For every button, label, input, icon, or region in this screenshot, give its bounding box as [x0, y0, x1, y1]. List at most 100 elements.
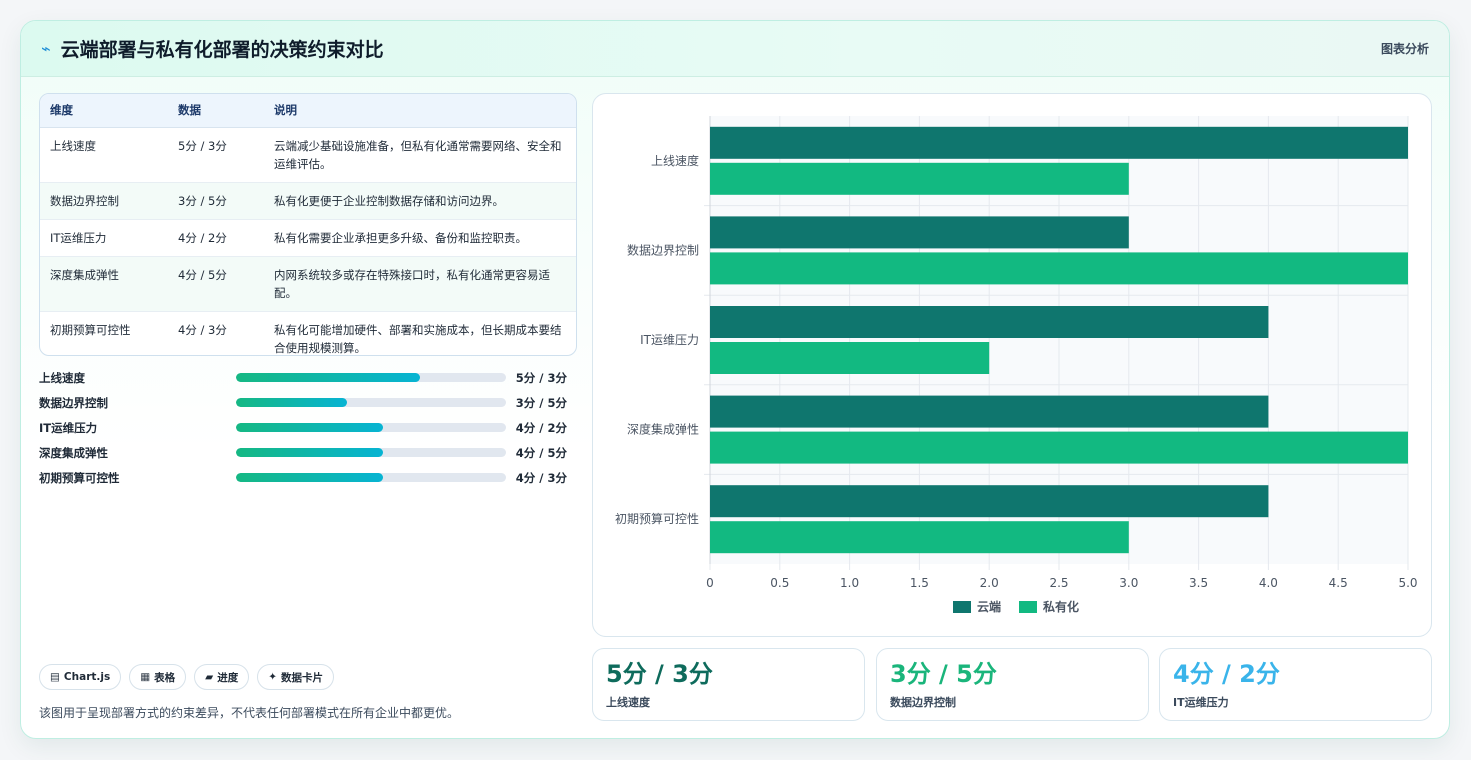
bar: [710, 126, 1408, 159]
progress-row: IT运维压力 4分 / 2分: [39, 415, 567, 440]
stat-card: 3分 / 5分 数据边界控制: [876, 648, 1149, 721]
bar-chart-panel: 0 0.5 1.0 1.5 2.0 2.5 3.0 3.5 4.0 4.5 5.0 上线速度 数据边界控…: [592, 93, 1432, 637]
pulse-icon: ⌁: [41, 39, 51, 58]
stat-label: 数据边界控制: [890, 696, 956, 709]
y-tick-label: 深度集成弹性: [627, 422, 699, 437]
progress-label: 数据边界控制: [39, 395, 108, 410]
progress-value: 4分 / 3分: [515, 470, 567, 485]
progress-fill: [236, 448, 384, 457]
description-cell: 私有化需要企业承担更多升级、备份和监控职责。: [264, 219, 576, 257]
chart-card: ⌁ 云端部署与私有化部署的决策约束对比 图表分析 维度 数据 说明 上线速度 5…: [20, 20, 1450, 739]
chip-progress[interactable]: ▰ 进度: [194, 664, 250, 690]
progress-label: IT运维压力: [39, 420, 98, 435]
progress-track: [236, 373, 506, 382]
footnote: 该图用于呈现部署方式的约束差异，不代表任何部署模式在所有企业中都更优。: [39, 706, 460, 720]
table-icon: ▦: [140, 671, 151, 683]
table-row: 上线速度 5分 / 3分 云端减少基础设施准备，但私有化通常需要网络、安全和运维…: [40, 127, 576, 183]
sparkle-icon: ✦: [268, 671, 278, 683]
data-cell: 4分 / 5分: [168, 256, 264, 312]
stat-label: 上线速度: [606, 696, 650, 709]
column-header: 说明: [264, 94, 576, 128]
stat-card: 4分 / 2分 IT运维压力: [1159, 648, 1432, 721]
x-tick-label: 5.0: [1398, 576, 1417, 590]
bar: [710, 521, 1129, 554]
progress-track: [236, 473, 506, 482]
data-cell: 4分 / 2分: [168, 219, 264, 257]
y-tick-label: IT运维压力: [640, 333, 699, 347]
stat-card: 5分 / 3分 上线速度: [592, 648, 865, 721]
x-tick-label: 3.5: [1189, 576, 1208, 590]
x-tick-label: 4.0: [1259, 576, 1278, 590]
progress-fill: [236, 473, 384, 482]
progress-label: 上线速度: [39, 370, 85, 385]
chart-icon: ▤: [50, 671, 60, 683]
description-cell: 私有化更便于企业控制数据存储和访问边界。: [264, 182, 576, 220]
chip-label: Chart.js: [63, 671, 111, 683]
bar: [710, 342, 990, 374]
table-row: IT运维压力 4分 / 2分 私有化需要企业承担更多升级、备份和监控职责。: [40, 219, 576, 257]
stat-value: 5分 / 3分: [606, 660, 713, 688]
progress-track: [236, 448, 506, 457]
progress-fill: [236, 373, 420, 382]
progress-value: 3分 / 5分: [515, 395, 567, 410]
description-cell: 内网系统较多或存在特殊接口时，私有化通常更容易适配。: [264, 256, 576, 312]
progress-icon: ▰: [205, 671, 214, 683]
bar: [710, 485, 1269, 518]
progress-track: [236, 398, 506, 407]
card-header: ⌁ 云端部署与私有化部署的决策约束对比 图表分析: [21, 21, 1449, 77]
chip-chartjs[interactable]: ▤ Chart.js: [39, 664, 122, 690]
x-tick-label: 0: [706, 576, 714, 590]
chip-data-card[interactable]: ✦ 数据卡片: [257, 664, 335, 690]
progress-value: 4分 / 2分: [515, 420, 567, 435]
data-cell: 5分 / 3分: [168, 127, 264, 183]
progress-track: [236, 423, 506, 432]
progress-fill: [236, 398, 347, 407]
stat-value: 3分 / 5分: [890, 660, 997, 688]
legend-label: 云端: [977, 599, 1001, 614]
feature-chips: ▤ Chart.js ▦ 表格 ▰ 进度 ✦ 数据卡片: [39, 664, 335, 690]
bar: [710, 395, 1269, 428]
progress-row: 初期预算可控性 4分 / 3分: [39, 465, 567, 490]
data-cell: 4分 / 3分: [178, 322, 227, 337]
stat-label: IT运维压力: [1173, 696, 1229, 709]
dimension-cell: IT运维压力: [40, 219, 168, 257]
x-tick-label: 0.5: [770, 576, 789, 590]
x-tick-label: 2.5: [1049, 576, 1068, 590]
chip-label: 进度: [217, 671, 239, 684]
chip-label: 表格: [154, 671, 176, 684]
y-tick-label: 上线速度: [651, 153, 699, 168]
progress-value: 4分 / 5分: [515, 445, 567, 460]
chip-label: 数据卡片: [281, 671, 324, 684]
table-row: 深度集成弹性 4分 / 5分 内网系统较多或存在特殊接口时，私有化通常更容易适配…: [40, 256, 576, 312]
table-header-row: 维度 数据 说明: [40, 94, 576, 128]
x-tick-label: 2.0: [980, 576, 999, 590]
progress-label: 深度集成弹性: [39, 445, 108, 460]
column-header: 维度: [40, 94, 168, 128]
bar-chart: 0 0.5 1.0 1.5 2.0 2.5 3.0 3.5 4.0 4.5 5.0 上线速度数据边界控…: [615, 116, 1418, 614]
progress-label: 初期预算可控性: [39, 470, 120, 485]
bar: [710, 431, 1408, 464]
bar: [710, 252, 1408, 285]
progress-row: 上线速度 5分 / 3分: [39, 365, 567, 390]
progress-row: 深度集成弹性 4分 / 5分: [39, 440, 567, 465]
progress-value: 5分 / 3分: [515, 370, 567, 385]
bar: [710, 306, 1269, 338]
dimension-cell: 初期预算可控性: [50, 322, 131, 337]
x-tick-label: 1.0: [840, 576, 859, 590]
chip-table[interactable]: ▦ 表格: [129, 664, 187, 690]
dimension-cell: 数据边界控制: [40, 182, 168, 220]
dimension-cell: 深度集成弹性: [40, 256, 168, 312]
progress-list: 上线速度 5分 / 3分 数据边界控制 3分 / 5分 IT运维压力 4分 / …: [39, 365, 567, 490]
x-tick-label: 1.5: [910, 576, 929, 590]
progress-row: 数据边界控制 3分 / 5分: [39, 390, 567, 415]
comparison-table: 维度 数据 说明 上线速度 5分 / 3分 云端减少基础设施准备，但私有化通常需…: [39, 93, 577, 356]
data-cell: 3分 / 5分: [168, 182, 264, 220]
x-tick-label: 3.0: [1119, 576, 1138, 590]
dimension-cell: 上线速度: [40, 127, 168, 183]
y-tick-label: 初期预算可控性: [615, 511, 699, 526]
page-title: 云端部署与私有化部署的决策约束对比: [60, 39, 384, 61]
chart-analysis-tag: 图表分析: [1380, 42, 1429, 56]
column-header: 数据: [168, 94, 264, 128]
legend-swatch: [953, 601, 971, 613]
description-cell: 私有化可能增加硬件、部署和实施成本，但长期成本要结合使用规模测算。: [274, 322, 562, 355]
